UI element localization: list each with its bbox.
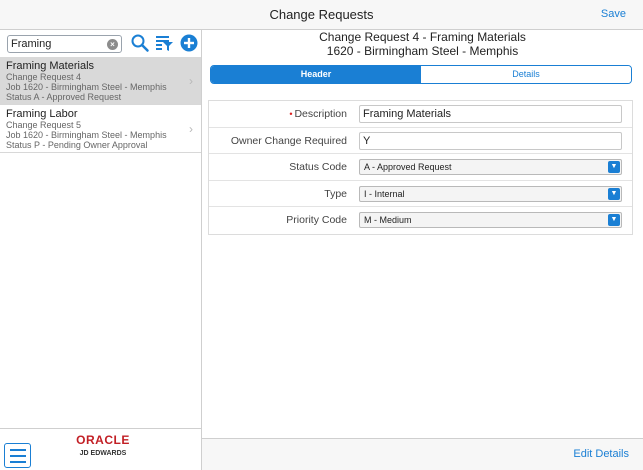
item-line: Status A - Approved Request <box>6 92 122 102</box>
form-row-status-code: Status Code A - Approved Request ▼ <box>209 154 632 181</box>
detail-subtitle: 1620 - Birmingham Steel - Memphis <box>326 44 519 58</box>
header-form: •Description Owner Change Required Statu… <box>208 100 633 235</box>
change-request-list: Framing Materials Change Request 4 Job 1… <box>0 57 201 153</box>
add-icon[interactable] <box>179 33 199 53</box>
brand-name: ORACLE <box>76 433 130 447</box>
owner-change-label: Owner Change Required <box>230 134 347 147</box>
priority-code-value: M - Medium <box>364 215 412 225</box>
left-footer: ORACLE JD EDWARDS <box>0 428 201 470</box>
detail-heading: Change Request 4 - Framing Materials 162… <box>202 30 643 58</box>
item-title: Framing Materials <box>6 60 95 72</box>
item-line: Job 1620 - Birmingham Steel - Memphis <box>6 82 167 92</box>
list-item[interactable]: Framing Labor Change Request 5 Job 1620 … <box>0 105 201 153</box>
item-line: Change Request 4 <box>6 72 82 82</box>
edit-details-button[interactable]: Edit Details <box>573 448 629 460</box>
type-value: I - Internal <box>364 188 405 199</box>
filter-icon[interactable] <box>154 33 174 53</box>
detail-panel: Change Request 4 - Framing Materials 162… <box>202 30 643 470</box>
segmented-control: Header Details <box>210 65 632 84</box>
status-code-value: A - Approved Request <box>364 162 452 172</box>
search-row: × <box>0 30 202 57</box>
dropdown-arrow-icon: ▼ <box>608 161 620 173</box>
dropdown-arrow-icon: ▼ <box>608 187 620 200</box>
save-button[interactable]: Save <box>601 8 626 20</box>
priority-code-select[interactable]: M - Medium ▼ <box>359 212 622 228</box>
tab-details[interactable]: Details <box>421 66 631 83</box>
clear-search-icon[interactable]: × <box>107 39 118 50</box>
detail-title: Change Request 4 - Framing Materials <box>319 30 526 44</box>
type-select[interactable]: I - Internal ▼ <box>359 185 622 202</box>
list-item[interactable]: Framing Materials Change Request 4 Job 1… <box>0 57 201 105</box>
item-line: Job 1620 - Birmingham Steel - Memphis <box>6 130 167 140</box>
left-panel: × Framing Materials Change Request 4 Job… <box>0 30 202 470</box>
type-label: Type <box>324 187 347 200</box>
tab-header[interactable]: Header <box>211 66 421 83</box>
status-code-select[interactable]: A - Approved Request ▼ <box>359 159 622 175</box>
search-icon[interactable] <box>130 33 150 53</box>
form-row-type: Type I - Internal ▼ <box>209 181 632 207</box>
required-marker: • <box>289 109 293 119</box>
form-row-description: • Description <box>209 101 632 128</box>
search-input[interactable] <box>11 37 105 51</box>
detail-footer: Edit Details <box>202 438 643 470</box>
page-title: Change Requests <box>269 7 374 22</box>
priority-code-label: Priority Code <box>286 214 347 226</box>
top-bar: Change Requests Save <box>0 0 643 30</box>
description-label: • Description <box>289 108 347 120</box>
item-line: Change Request 5 <box>6 120 82 130</box>
item-line: Status P - Pending Owner Approval <box>6 140 148 150</box>
item-title: Framing Labor <box>6 108 78 120</box>
owner-change-field[interactable] <box>359 131 622 150</box>
description-field[interactable] <box>359 105 622 123</box>
menu-icon[interactable] <box>4 443 31 468</box>
oracle-logo: ORACLE JD EDWARDS <box>68 433 138 458</box>
brand-sub: JD EDWARDS <box>79 450 127 457</box>
form-row-priority-code: Priority Code M - Medium ▼ <box>209 207 632 234</box>
search-box[interactable]: × <box>7 35 122 53</box>
dropdown-arrow-icon: ▼ <box>608 214 620 226</box>
form-row-owner-change: Owner Change Required <box>209 128 632 154</box>
chevron-right-icon: › <box>189 74 193 88</box>
chevron-right-icon: › <box>189 122 193 136</box>
status-code-label: Status Code <box>289 161 347 173</box>
